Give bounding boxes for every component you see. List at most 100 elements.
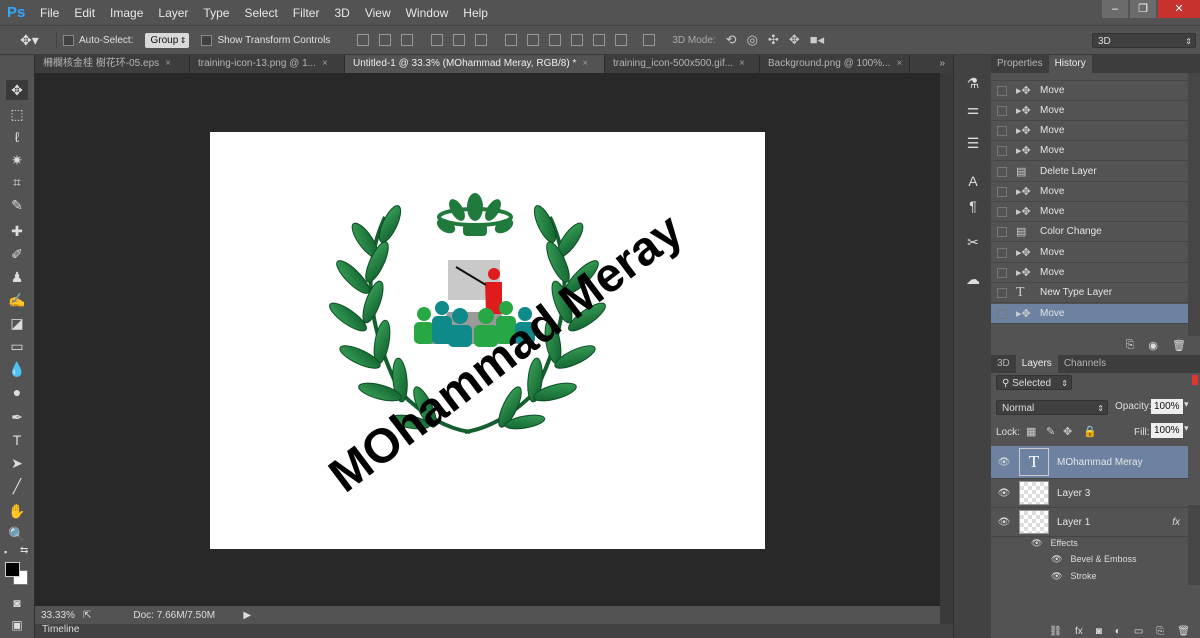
foreground-color-swatch[interactable] [5,562,20,577]
menu-help[interactable]: Help [463,6,488,20]
lock-position-icon[interactable]: ✥ [1063,425,1072,438]
brush-tool-icon[interactable]: ✐ [6,244,28,264]
history-panel-icon[interactable]: ⚗ [962,75,984,95]
align-right-icon[interactable] [475,34,488,46]
align-top-icon[interactable] [357,34,370,46]
auto-select-dropdown[interactable]: Group [145,32,190,48]
layers-scrollbar[interactable] [1188,505,1200,585]
link-layers-icon[interactable]: ⛓ [1049,626,1062,637]
zoom-level[interactable]: 33.33% [41,610,79,621]
align-hcenter-icon[interactable] [453,34,466,46]
3d-camera-icon[interactable]: ■◂ [810,32,824,48]
lock-paint-icon[interactable]: ✎ [1046,425,1055,438]
visibility-eye-icon[interactable]: 👁 [994,457,1014,468]
fill-dropdown-icon[interactable]: ▾ [1184,423,1189,434]
gradient-tool-icon[interactable]: ▭ [6,336,28,356]
eraser-tool-icon[interactable]: ◪ [6,313,28,333]
history-scrollbar[interactable] [1188,73,1200,336]
tab-properties[interactable]: Properties [991,55,1049,73]
tools-preset-panel-icon[interactable]: ✂ [962,234,984,254]
effect-row[interactable]: 👁 Stroke [1051,571,1096,582]
history-row[interactable]: ▸✥ Move [991,141,1188,161]
share-icon[interactable]: ⇱ [83,610,91,621]
effects-row[interactable]: 👁 Effects [1031,538,1078,549]
fill-input[interactable]: 100% [1151,423,1183,438]
hand-tool-icon[interactable]: ✋ [6,501,28,521]
character-panel-icon[interactable]: A [962,173,984,193]
doc-tab-active[interactable]: Untitled-1 @ 33.3% (MOhammad Meray, RGB/… [345,55,605,73]
align-left-icon[interactable] [431,34,444,46]
layer-name[interactable]: Layer 3 [1057,488,1090,499]
menu-layer[interactable]: Layer [158,6,188,20]
history-source-checkbox[interactable] [997,287,1007,298]
close-icon[interactable]: ✕ [1158,0,1200,18]
menu-file[interactable]: File [40,6,59,20]
quick-mask-icon[interactable]: ◙ [6,593,28,613]
stamp-tool-icon[interactable]: ♟ [6,267,28,287]
tab-layers[interactable]: Layers [1015,355,1058,373]
align-vcenter-icon[interactable] [379,34,392,46]
3d-roll-icon[interactable]: ◎ [747,32,758,48]
menu-window[interactable]: Window [406,6,449,20]
effect-eye-icon[interactable]: 👁 [1051,554,1062,564]
history-row[interactable] [991,73,1188,81]
visibility-eye-icon[interactable]: 👁 [994,488,1014,499]
layer-row[interactable]: 👁 Layer 1 fx [991,508,1188,537]
move-tool-icon[interactable]: ✥ [6,80,28,100]
path-select-tool-icon[interactable]: ➤ [6,453,28,473]
menu-edit[interactable]: Edit [74,6,95,20]
menu-filter[interactable]: Filter [293,6,320,20]
history-row[interactable]: ▸✥ Move [991,81,1188,101]
show-transform-checkbox[interactable] [201,34,213,46]
history-row[interactable]: ▸✥ Move [991,263,1188,283]
history-source-checkbox[interactable] [997,186,1007,197]
close-tab-icon[interactable]: × [739,58,745,69]
close-tab-icon[interactable]: × [896,58,902,69]
tab-3d[interactable]: 3D [991,355,1016,373]
effect-eye-icon[interactable]: 👁 [1051,571,1062,581]
visibility-eye-icon[interactable]: 👁 [994,517,1014,528]
trash-icon[interactable]: 🗑 [1172,339,1186,352]
align-bottom-icon[interactable] [401,34,414,46]
marquee-tool-icon[interactable]: ⬚ [6,104,28,124]
fx-icon[interactable]: fx [1172,517,1180,528]
history-row[interactable]: T New Type Layer [991,283,1188,303]
pen-tool-icon[interactable]: ✒ [6,407,28,427]
history-source-checkbox[interactable] [997,267,1007,278]
effect-row[interactable]: 👁 Bevel & Emboss [1051,554,1136,565]
lock-all-icon[interactable]: 🔒 [1083,425,1097,438]
history-source-checkbox[interactable] [997,145,1007,156]
timeline-panel[interactable]: Timeline [35,624,953,638]
history-source-checkbox[interactable] [997,85,1007,96]
layer-name[interactable]: MOhammad Meray [1057,457,1143,468]
doc-tab[interactable]: training_icon-500x500.gif... × [605,55,760,73]
menu-view[interactable]: View [365,6,391,20]
layer-row[interactable]: 👁 Layer 3 [991,479,1188,508]
doc-tab[interactable]: Background.png @ 100%... × [760,55,910,73]
restore-icon[interactable]: ❐ [1130,0,1156,18]
close-tab-icon[interactable]: × [165,58,171,69]
menu-image[interactable]: Image [110,6,143,20]
eyedropper-tool-icon[interactable]: ✎ [6,195,28,215]
default-colors-icon[interactable]: ▪ [4,547,7,557]
close-tab-icon[interactable]: × [322,58,328,69]
shape-tool-icon[interactable]: ╱ [6,476,28,496]
canvas-vertical-scrollbar[interactable] [940,73,953,624]
layer-comps-panel-icon[interactable]: ☰ [962,135,984,155]
history-row[interactable]: ▸✥ Move [991,243,1188,263]
layer-filter-dropdown[interactable]: ⚲ Selected [996,375,1072,391]
menu-select[interactable]: Select [244,6,277,20]
tab-channels[interactable]: Channels [1058,355,1112,373]
tabs-overflow-icon[interactable]: » [931,55,953,73]
3d-rotate-icon[interactable]: ⟲ [726,32,737,48]
lasso-tool-icon[interactable]: ℓ [6,127,28,147]
new-group-icon[interactable]: ▭ [1134,626,1143,637]
doc-tab[interactable]: training-icon-13.png @ 1... × [190,55,345,73]
move-tool-preset-icon[interactable]: ✥▾ [20,32,50,49]
blend-mode-dropdown[interactable]: Normal [996,400,1108,416]
healing-brush-tool-icon[interactable]: ✚ [6,221,28,241]
paragraph-panel-icon[interactable]: ¶ [962,198,984,218]
history-source-checkbox[interactable] [997,125,1007,136]
screen-mode-icon[interactable]: ▣ [6,615,28,635]
distribute-right-icon[interactable] [615,34,628,46]
